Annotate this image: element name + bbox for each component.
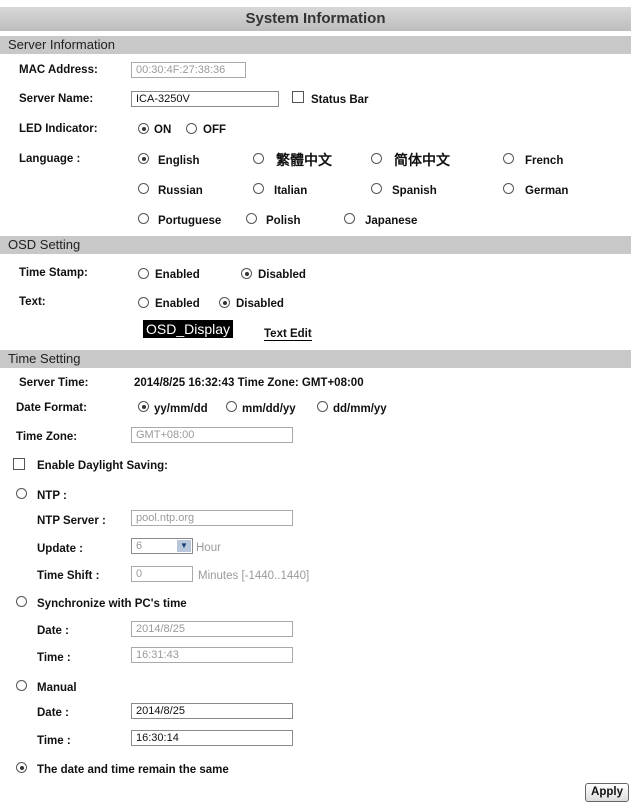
- keep-same-label: The date and time remain the same: [37, 764, 229, 776]
- language-portuguese-label: Portuguese: [158, 215, 222, 227]
- update-select[interactable]: 6 ▼: [131, 538, 193, 554]
- daylight-saving-label: Enable Daylight Saving:: [37, 460, 168, 472]
- language-french-label: French: [525, 155, 564, 167]
- time-zone-label: Time Zone:: [16, 431, 78, 443]
- text-disabled-label: Disabled: [236, 298, 284, 310]
- server-time-label: Server Time:: [19, 377, 89, 389]
- language-spanish-radio[interactable]: [371, 183, 382, 194]
- language-german-label: German: [525, 185, 569, 197]
- ntp-server-field[interactable]: pool.ntp.org: [131, 510, 293, 526]
- apply-button[interactable]: Apply: [585, 783, 629, 802]
- language-label: Language :: [19, 153, 81, 165]
- led-on-radio[interactable]: [138, 123, 149, 134]
- section-time-setting: Time Setting: [0, 350, 631, 368]
- manual-label: Manual: [37, 682, 77, 694]
- language-simplified-chinese-radio[interactable]: [371, 153, 382, 164]
- time-stamp-label: Time Stamp:: [19, 267, 88, 279]
- text-edit-link[interactable]: Text Edit: [264, 328, 312, 341]
- ntp-server-label: NTP Server :: [37, 515, 106, 527]
- server-time-value: 2014/8/25 16:32:43 Time Zone: GMT+08:00: [134, 377, 364, 389]
- server-name-label: Server Name:: [19, 93, 94, 105]
- pc-time-field[interactable]: 16:31:43: [131, 647, 293, 663]
- format-yymmdd-radio[interactable]: [138, 401, 149, 412]
- language-russian-radio[interactable]: [138, 183, 149, 194]
- language-simplified-chinese-label: 简体中文: [394, 152, 450, 168]
- time-shift-field[interactable]: 0: [131, 566, 193, 582]
- timestamp-enabled-radio[interactable]: [138, 268, 149, 279]
- time-zone-field[interactable]: GMT+08:00: [131, 427, 293, 443]
- ntp-radio[interactable]: [16, 488, 27, 499]
- keep-same-radio[interactable]: [16, 762, 27, 773]
- pc-date-label: Date :: [37, 625, 69, 637]
- language-polish-radio[interactable]: [246, 213, 257, 224]
- language-spanish-label: Spanish: [392, 185, 437, 197]
- page-title: System Information: [0, 7, 631, 31]
- section-server-information: Server Information: [0, 36, 631, 54]
- sync-pc-radio[interactable]: [16, 596, 27, 607]
- time-shift-label: Time Shift :: [37, 570, 100, 582]
- text-enabled-radio[interactable]: [138, 297, 149, 308]
- section-osd-setting: OSD Setting: [0, 236, 631, 254]
- time-shift-range-label: Minutes [-1440..1440]: [198, 570, 310, 582]
- status-bar-label: Status Bar: [311, 94, 369, 106]
- timestamp-enabled-label: Enabled: [155, 269, 200, 281]
- language-german-radio[interactable]: [503, 183, 514, 194]
- language-traditional-chinese-label: 繁體中文: [276, 152, 332, 168]
- manual-date-label: Date :: [37, 707, 69, 719]
- language-italian-label: Italian: [274, 185, 308, 197]
- language-italian-radio[interactable]: [253, 183, 264, 194]
- language-traditional-chinese-radio[interactable]: [253, 153, 264, 164]
- update-select-value: 6: [136, 540, 143, 552]
- manual-time-label: Time :: [37, 735, 71, 747]
- led-off-radio[interactable]: [186, 123, 197, 134]
- language-japanese-radio[interactable]: [344, 213, 355, 224]
- language-japanese-label: Japanese: [365, 215, 418, 227]
- pc-date-field[interactable]: 2014/8/25: [131, 621, 293, 637]
- manual-time-field[interactable]: 16:30:14: [131, 730, 293, 746]
- timestamp-disabled-label: Disabled: [258, 269, 306, 281]
- text-label: Text:: [19, 296, 46, 308]
- manual-date-field[interactable]: 2014/8/25: [131, 703, 293, 719]
- language-french-radio[interactable]: [503, 153, 514, 164]
- update-unit-label: Hour: [196, 542, 221, 554]
- manual-radio[interactable]: [16, 680, 27, 691]
- format-ddmmyy-label: dd/mm/yy: [333, 403, 387, 415]
- format-mmddyy-radio[interactable]: [226, 401, 237, 412]
- pc-time-label: Time :: [37, 652, 71, 664]
- language-polish-label: Polish: [266, 215, 301, 227]
- format-mmddyy-label: mm/dd/yy: [242, 403, 296, 415]
- led-off-label: OFF: [203, 124, 226, 136]
- sync-pc-label: Synchronize with PC's time: [37, 598, 187, 610]
- status-bar-checkbox[interactable]: [292, 91, 304, 103]
- led-indicator-label: LED Indicator:: [19, 123, 98, 135]
- text-disabled-radio[interactable]: [219, 297, 230, 308]
- timestamp-disabled-radio[interactable]: [241, 268, 252, 279]
- mac-address-field[interactable]: 00:30:4F:27:38:36: [131, 62, 246, 78]
- chevron-down-icon[interactable]: ▼: [177, 540, 191, 552]
- format-yymmdd-label: yy/mm/dd: [154, 403, 208, 415]
- language-portuguese-radio[interactable]: [138, 213, 149, 224]
- language-english-radio[interactable]: [138, 153, 149, 164]
- text-enabled-label: Enabled: [155, 298, 200, 310]
- ntp-label: NTP :: [37, 490, 67, 502]
- language-russian-label: Russian: [158, 185, 203, 197]
- daylight-saving-checkbox[interactable]: [13, 458, 25, 470]
- mac-address-label: MAC Address:: [19, 64, 98, 76]
- language-english-label: English: [158, 155, 200, 167]
- update-label: Update :: [37, 543, 83, 555]
- format-ddmmyy-radio[interactable]: [317, 401, 328, 412]
- server-name-field[interactable]: ICA-3250V: [131, 91, 279, 107]
- led-on-label: ON: [154, 124, 172, 136]
- osd-display-preview: OSD_Display: [143, 320, 234, 338]
- date-format-label: Date Format:: [16, 402, 87, 414]
